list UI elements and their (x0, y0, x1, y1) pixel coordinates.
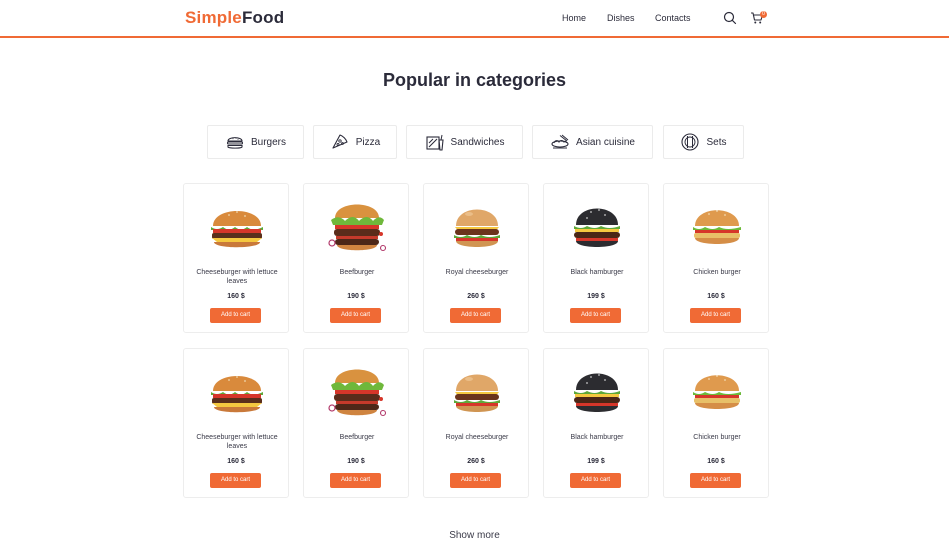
product-card[interactable]: Chicken burger 160 $ Add to cart (663, 348, 769, 498)
product-name: Cheeseburger with lettuce leaves (196, 269, 278, 285)
product-card[interactable]: Royal cheeseburger 260 $ Add to cart (423, 183, 529, 333)
category-label: Pizza (355, 136, 381, 148)
add-to-cart-button[interactable]: Add to cart (450, 308, 501, 323)
product-card[interactable]: Beefburger 190 $ Add to cart (303, 183, 409, 333)
burger-icon (226, 137, 244, 149)
add-to-cart-button[interactable]: Add to cart (690, 473, 741, 488)
chicken-burger-image (693, 210, 741, 244)
site-header: SimpleFood Home Dishes Contacts 0 (0, 0, 949, 38)
product-card[interactable]: Black hamburger 199 $ Add to cart (543, 348, 649, 498)
product-price: 190 $ (347, 458, 365, 465)
nav-link-contacts[interactable]: Contacts (655, 13, 691, 23)
chicken-burger-image (693, 375, 741, 409)
product-name: Beefburger (339, 269, 375, 276)
category-label: Sandwiches (450, 136, 505, 148)
product-price: 260 $ (467, 293, 485, 300)
logo-part-simple: Simple (185, 8, 242, 27)
product-price: 190 $ (347, 293, 365, 300)
show-more-button[interactable]: Show more (0, 530, 949, 539)
product-price: 160 $ (227, 458, 245, 465)
product-card[interactable]: Royal cheeseburger 260 $ Add to cart (423, 348, 529, 498)
section-title: Popular in categories (382, 70, 567, 90)
royal-cheeseburger-image (454, 209, 500, 247)
cheeseburger-image (211, 376, 263, 413)
product-price: 199 $ (587, 293, 605, 300)
product-price: 260 $ (467, 458, 485, 465)
category-burgers[interactable]: Burgers (207, 125, 304, 159)
search-icon[interactable] (723, 11, 737, 25)
add-to-cart-button[interactable]: Add to cart (210, 473, 261, 488)
add-to-cart-button[interactable]: Add to cart (570, 473, 621, 488)
category-label: Burgers (250, 136, 286, 148)
category-sets[interactable]: Sets (663, 125, 744, 159)
product-name: Cheeseburger with lettuce leaves (196, 434, 278, 450)
pizza-icon (332, 134, 348, 149)
product-name: Royal cheeseburger (445, 434, 509, 441)
cheeseburger-image (211, 211, 263, 248)
sandwich-icon (425, 134, 444, 151)
product-card[interactable]: Black hamburger 199 $ Add to cart (543, 183, 649, 333)
product-name: Royal cheeseburger (445, 269, 509, 276)
product-price: 160 $ (227, 293, 245, 300)
add-to-cart-button[interactable]: Add to cart (330, 308, 381, 323)
beefburger-image (328, 369, 387, 417)
black-hamburger-image (574, 373, 620, 412)
beefburger-image (328, 204, 387, 252)
nav-link-dishes[interactable]: Dishes (607, 13, 635, 23)
logo-part-food: Food (241, 8, 285, 27)
product-name: Black hamburger (570, 434, 624, 441)
product-card[interactable]: Beefburger 190 $ Add to cart (303, 348, 409, 498)
category-label: Sets (706, 136, 727, 148)
nav-link-home[interactable]: Home (562, 13, 586, 23)
product-price: 160 $ (707, 293, 725, 300)
product-card[interactable]: Cheeseburger with lettuce leaves 160 $ A… (183, 183, 289, 333)
category-pizza[interactable]: Pizza (313, 125, 397, 159)
sets-icon (681, 133, 700, 151)
product-name: Chicken burger (693, 269, 741, 276)
product-name: Black hamburger (570, 269, 624, 276)
add-to-cart-button[interactable]: Add to cart (690, 308, 741, 323)
add-to-cart-button[interactable]: Add to cart (330, 473, 381, 488)
category-sandwiches[interactable]: Sandwiches (406, 125, 523, 159)
product-price: 160 $ (707, 458, 725, 465)
cart-count-badge: 0 (760, 11, 767, 18)
product-name: Chicken burger (693, 434, 741, 441)
product-price: 199 $ (587, 458, 605, 465)
royal-cheeseburger-image (454, 374, 500, 412)
category-label: Asian cuisine (576, 136, 635, 148)
product-card[interactable]: Cheeseburger with lettuce leaves 160 $ A… (183, 348, 289, 498)
product-name: Beefburger (339, 434, 375, 441)
site-logo[interactable]: SimpleFood (185, 8, 284, 28)
product-card[interactable]: Chicken burger 160 $ Add to cart (663, 183, 769, 333)
add-to-cart-button[interactable]: Add to cart (570, 308, 621, 323)
asian-cuisine-icon (551, 134, 569, 149)
add-to-cart-button[interactable]: Add to cart (450, 473, 501, 488)
black-hamburger-image (574, 208, 620, 247)
category-asian-cuisine[interactable]: Asian cuisine (532, 125, 653, 159)
add-to-cart-button[interactable]: Add to cart (210, 308, 261, 323)
